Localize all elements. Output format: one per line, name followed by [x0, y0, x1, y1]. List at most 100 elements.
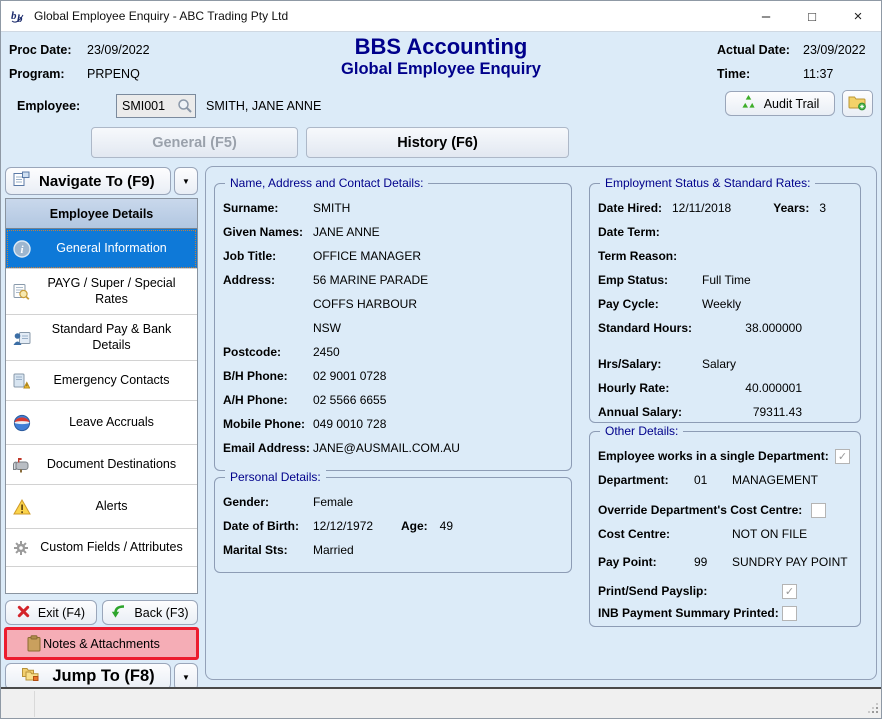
sidebar-item-alerts[interactable]: Alerts	[6, 485, 197, 529]
status-bar	[1, 687, 882, 718]
field-label: Job Title:	[223, 249, 313, 263]
date-hired-value: 12/11/2018	[672, 201, 731, 215]
field-label: Email Address:	[223, 441, 313, 455]
field-label: Address:	[223, 273, 313, 287]
cost-centre-label: Cost Centre:	[598, 527, 680, 541]
actual-date-value: 23/09/2022	[803, 43, 873, 57]
email-value: JANE@AUSMAIL.COM.AU	[313, 441, 460, 455]
back-button[interactable]: Back (F3)	[102, 600, 198, 625]
exit-label: Exit (F4)	[38, 606, 85, 620]
resize-grip[interactable]	[876, 711, 878, 713]
surname-value: SMITH	[313, 201, 350, 215]
info-icon: i	[13, 240, 31, 258]
hrs-salary-value: Salary	[702, 357, 736, 371]
field-label: Pay Cycle:	[598, 297, 702, 311]
time-label: Time:	[717, 67, 795, 81]
age-label: Age:	[401, 519, 428, 533]
personal-details-title: Personal Details:	[225, 470, 326, 484]
sidebar-item-general-information[interactable]: i General Information	[6, 229, 197, 269]
tab-history[interactable]: History (F6)	[306, 127, 569, 158]
maximize-button[interactable]: □	[789, 1, 835, 31]
marital-status-value: Married	[313, 543, 354, 557]
field-label: Given Names:	[223, 225, 313, 239]
sidebar-item-leave-accruals[interactable]: Leave Accruals	[6, 401, 197, 445]
department-label: Department:	[598, 473, 680, 487]
field-label: Date Hired:	[598, 201, 672, 215]
employee-name: SMITH, JANE ANNE	[206, 99, 321, 113]
pay-point-name: SUNDRY PAY POINT	[732, 555, 848, 569]
employee-lookup-row: Employee: SMITH, JANE ANNE	[17, 94, 321, 118]
recycle-icon	[741, 95, 756, 112]
folder-plus-icon	[848, 94, 867, 114]
field-label: Mobile Phone:	[223, 417, 313, 431]
payslip-checkbox[interactable]: ✓	[782, 584, 797, 599]
warning-icon	[13, 499, 31, 515]
exit-button[interactable]: Exit (F4)	[5, 600, 97, 625]
jump-to-button[interactable]: Jump To (F8)	[5, 663, 171, 690]
cost-centre-value: NOT ON FILE	[732, 527, 807, 541]
audit-trail-button[interactable]: Audit Trail	[725, 91, 835, 116]
app-window: bb Global Employee Enquiry - ABC Trading…	[0, 0, 882, 719]
department-code: 01	[694, 473, 732, 487]
status-cell	[1, 691, 35, 717]
inb-summary-checkbox[interactable]	[782, 606, 797, 621]
window-controls: – □ ×	[743, 1, 881, 31]
field-label: B/H Phone:	[223, 369, 313, 383]
standard-hours-value: 38.000000	[702, 321, 802, 335]
audit-row: Audit Trail	[725, 90, 873, 117]
close-button[interactable]: ×	[835, 1, 881, 31]
field-label: Date of Birth:	[223, 519, 313, 533]
postcode-value: 2450	[313, 345, 340, 359]
single-department-checkbox[interactable]: ✓	[835, 449, 850, 464]
field-label: Emp Status:	[598, 273, 702, 287]
emp-status-value: Full Time	[702, 273, 751, 287]
field-label: Annual Salary:	[598, 405, 702, 419]
navigate-dropdown-button[interactable]: ▼	[174, 167, 198, 195]
pay-cycle-value: Weekly	[702, 297, 741, 311]
single-department-label: Employee works in a single Department:	[598, 449, 829, 463]
navigate-to-label: Navigate To (F9)	[39, 173, 155, 190]
clipboard-icon	[27, 635, 41, 655]
field-label: Hourly Rate:	[598, 381, 702, 395]
dob-value: 12/12/1972	[313, 519, 401, 533]
personal-details-group: Personal Details: Gender:Female Date of …	[214, 477, 572, 573]
back-arrow-icon	[111, 604, 126, 621]
tab-general[interactable]: General (F5)	[91, 127, 298, 158]
years-label: Years:	[773, 201, 809, 215]
mailbox-icon	[13, 457, 31, 473]
employment-status-group: Employment Status & Standard Rates: Date…	[589, 183, 861, 423]
other-details-group: Other Details: Employee works in a singl…	[589, 431, 861, 627]
field-label: Postcode:	[223, 345, 313, 359]
minimize-button[interactable]: –	[743, 1, 789, 31]
main-body: Proc Date: 23/09/2022 Program: PRPENQ BB…	[1, 31, 881, 689]
content-panel: Name, Address and Contact Details: Surna…	[205, 166, 877, 680]
time-value: 11:37	[803, 67, 873, 81]
form-list-icon	[13, 171, 30, 191]
override-cost-centre-checkbox[interactable]	[811, 503, 826, 518]
pay-point-label: Pay Point:	[598, 555, 680, 569]
field-label: Gender:	[223, 495, 313, 509]
ah-phone-value: 02 5566 6655	[313, 393, 386, 407]
sidebar-item-emergency-contacts[interactable]: Emergency Contacts	[6, 361, 197, 401]
annual-salary-value: 79311.43	[702, 405, 802, 419]
sidebar-item-document-destinations[interactable]: Document Destinations	[6, 445, 197, 485]
notes-attachments-button[interactable]: Notes & Attachments	[4, 627, 199, 660]
sidebar: Navigate To (F9) ▼ Employee Details i Ge…	[5, 167, 198, 690]
bank-details-icon	[13, 330, 31, 346]
search-icon[interactable]	[177, 98, 193, 117]
department-name: MANAGEMENT	[732, 473, 818, 487]
hourly-rate-value: 40.000001	[702, 381, 802, 395]
back-label: Back (F3)	[134, 606, 188, 620]
navigate-to-button[interactable]: Navigate To (F9)	[5, 167, 171, 195]
list-header: Employee Details	[6, 199, 197, 229]
add-folder-button[interactable]	[842, 90, 873, 117]
date-time-info: Actual Date: 23/09/2022 Time: 11:37	[717, 38, 873, 86]
sidebar-item-custom-fields-attributes[interactable]: Custom Fields / Attributes	[6, 529, 197, 567]
leave-ball-icon	[13, 414, 31, 432]
audit-trail-label: Audit Trail	[764, 97, 820, 111]
field-label: Marital Sts:	[223, 543, 313, 557]
titlebar: bb Global Employee Enquiry - ABC Trading…	[1, 1, 881, 31]
sidebar-item-payg-super-special-rates[interactable]: PAYG / Super / Special Rates	[6, 269, 197, 315]
job-title-value: OFFICE MANAGER	[313, 249, 421, 263]
sidebar-item-standard-pay-bank-details[interactable]: Standard Pay & Bank Details	[6, 315, 197, 361]
